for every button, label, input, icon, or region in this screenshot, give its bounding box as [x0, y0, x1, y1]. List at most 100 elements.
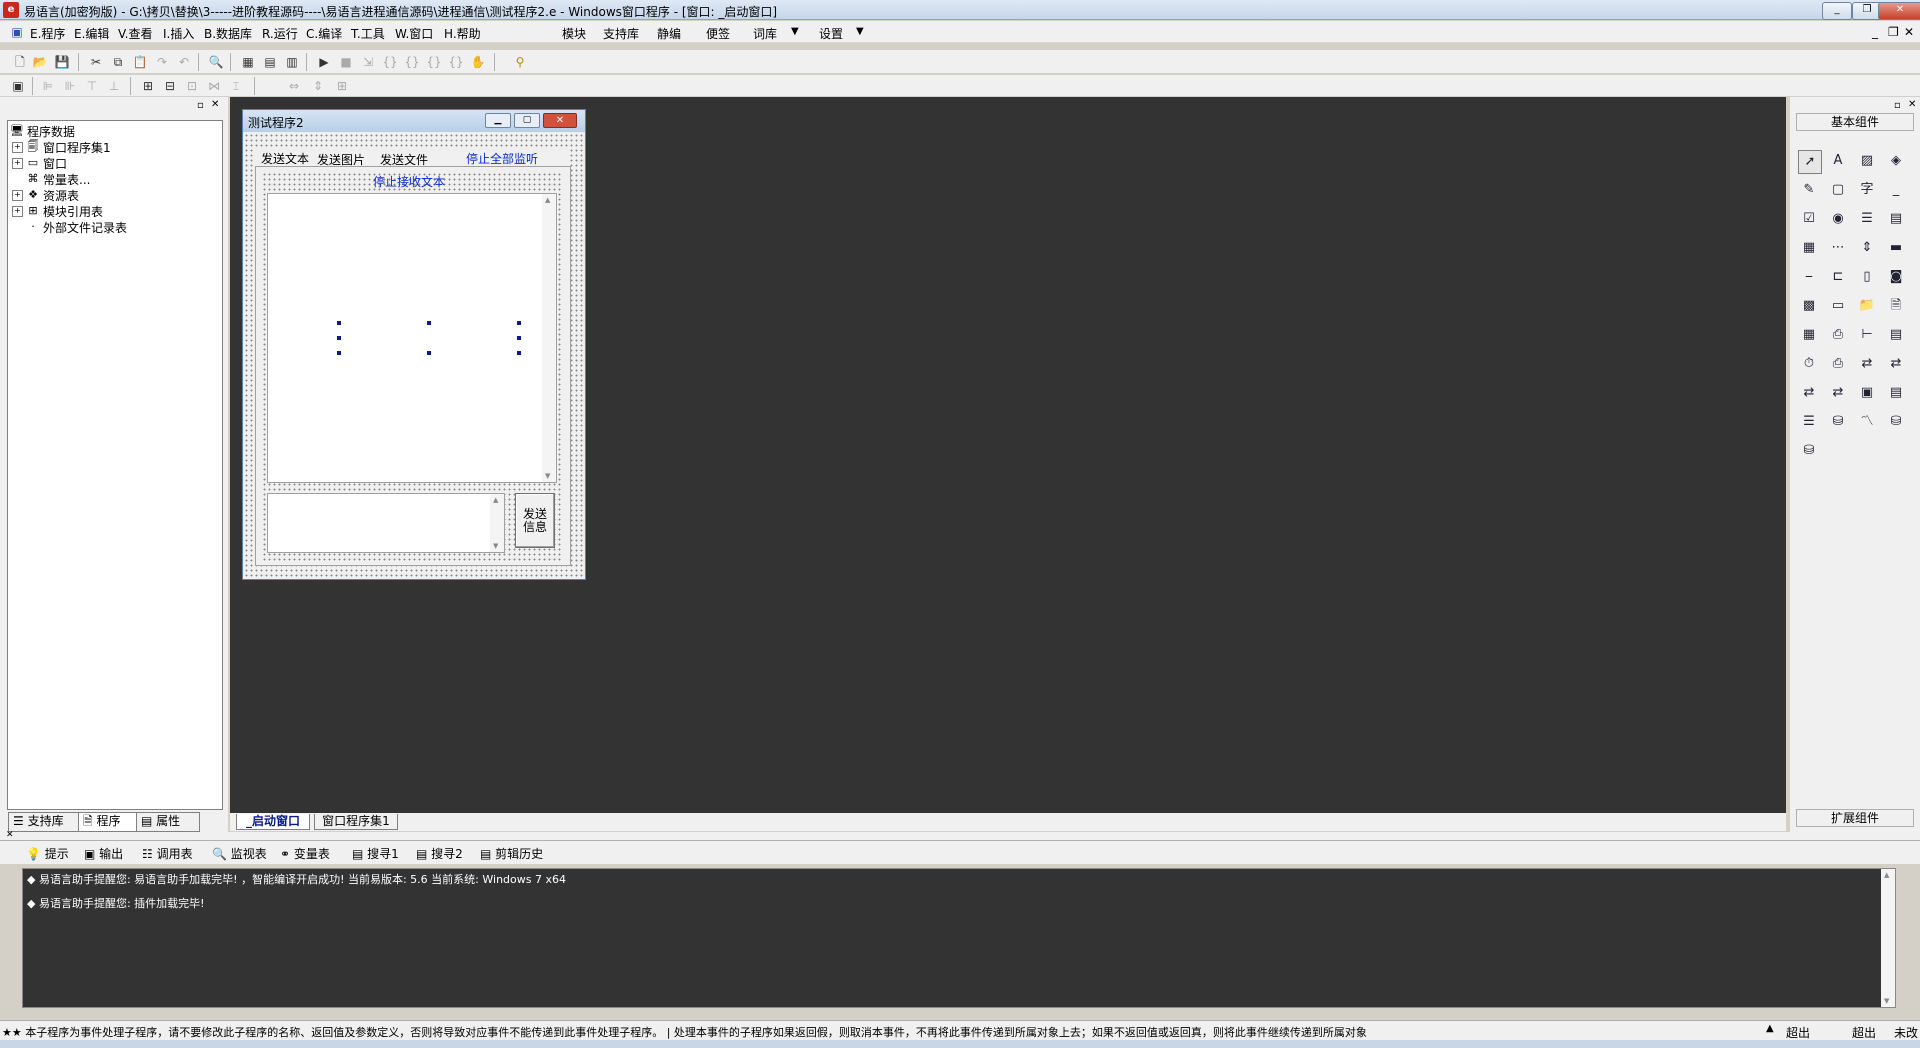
center-h-icon[interactable]: ⊞	[140, 78, 156, 94]
run-to-icon[interactable]: {}	[448, 54, 464, 70]
hand-icon[interactable]: ✋	[470, 54, 486, 70]
align-right-icon[interactable]: ⊪	[62, 78, 78, 94]
output-scrollbar[interactable]: ▲ ▼	[1881, 869, 1895, 1007]
tab-call-table[interactable]: ☷ 调用表	[142, 845, 193, 862]
db3-icon[interactable]: ⇄	[1798, 382, 1820, 404]
same-size-icon[interactable]: ⊞	[334, 78, 350, 94]
find-icon[interactable]: 🔍	[208, 54, 224, 70]
calendar-icon[interactable]: ▩	[1798, 295, 1820, 317]
step-into-icon[interactable]: {}	[382, 54, 398, 70]
cut-icon[interactable]: ✂	[88, 54, 104, 70]
folder-icon[interactable]: 📁	[1856, 295, 1878, 317]
step-out-icon[interactable]: {}	[426, 54, 442, 70]
receive-textbox[interactable]: ▲ ▼	[267, 193, 557, 483]
pin-icon[interactable]: ▫	[197, 100, 204, 111]
mdi-restore-icon[interactable]: ❐	[1888, 25, 1899, 39]
dictionary-dropdown-icon[interactable]: ▼	[791, 26, 799, 37]
bar-icon[interactable]: ▬	[1885, 237, 1907, 259]
menu-dictionary[interactable]: 词库	[753, 25, 777, 42]
panel-close-icon[interactable]: ✕	[1908, 99, 1916, 110]
menu-support-lib[interactable]: 支持库	[603, 25, 639, 42]
align-bottom-icon[interactable]: ⊥	[106, 78, 122, 94]
form-title-bar[interactable]: 测试程序2 ▁ ▢ ✕	[243, 110, 585, 132]
align-top-icon[interactable]: ⊤	[84, 78, 100, 94]
same-height-icon[interactable]: ⇕	[310, 78, 326, 94]
scroll-down-icon[interactable]: ▼	[493, 542, 498, 550]
close-button[interactable]: ✕	[1878, 2, 1920, 20]
form-maximize-icon[interactable]: ▢	[514, 113, 540, 128]
tab-window-assembly[interactable]: 窗口程序集1	[314, 814, 398, 830]
expand-icon[interactable]: +	[12, 141, 23, 153]
mdi-close-icon[interactable]: ✕	[1904, 25, 1914, 39]
same-width-icon[interactable]: ⇔	[286, 78, 302, 94]
stop-icon[interactable]: ■	[338, 54, 354, 70]
scroll-up-icon[interactable]: ▲	[493, 496, 498, 504]
pointer-icon[interactable]: ➚	[1798, 150, 1822, 174]
db1-icon[interactable]: ⇄	[1856, 353, 1878, 375]
odbc2-icon[interactable]: ⛁	[1798, 440, 1820, 462]
grid-icon[interactable]: ▦	[1798, 324, 1820, 346]
align-left-icon[interactable]: ⊫	[40, 78, 56, 94]
table-icon[interactable]: ▦	[1798, 237, 1820, 259]
handle-tr[interactable]	[517, 321, 521, 325]
tab-output[interactable]: ▣ 输出	[84, 845, 123, 862]
output-area[interactable]: ◆ 易语言助手提醒您: 易语言助手加载完毕! ，智能编译开启成功! 当前易版本:…	[22, 868, 1896, 1008]
checkbox-icon[interactable]: ☑	[1798, 208, 1820, 230]
stop-receive-label[interactable]: 停止接收文本	[373, 173, 445, 190]
menu-insert[interactable]: I.插入	[163, 25, 194, 42]
splitter[interactable]: ✕	[0, 830, 1920, 840]
shape-icon[interactable]: ◈	[1885, 150, 1907, 172]
tab-watch-table[interactable]: 🔍 监视表	[212, 845, 267, 862]
menu-database[interactable]: B.数据库	[204, 25, 252, 42]
listview-icon[interactable]: ▤	[1885, 324, 1907, 346]
save-icon[interactable]: 💾	[54, 54, 70, 70]
space-v-icon[interactable]: ⋈	[206, 78, 222, 94]
layout2-icon[interactable]: ▤	[262, 54, 278, 70]
scroll-icon[interactable]: ⇕	[1856, 237, 1878, 259]
undo-icon[interactable]: ↶	[176, 54, 192, 70]
basic-components-header[interactable]: 基本组件	[1796, 113, 1914, 131]
db8-icon[interactable]: ⛁	[1827, 411, 1849, 433]
scroll-up-icon[interactable]: ▲	[545, 196, 550, 204]
tab-clipboard-history[interactable]: ▤ 剪辑历史	[480, 845, 543, 862]
tree-item[interactable]: ⌘ 常量表...	[26, 171, 91, 187]
menu-note[interactable]: 便签	[706, 25, 730, 42]
paste-icon[interactable]: 📋	[132, 54, 148, 70]
tab-search1[interactable]: ▤ 搜寻1	[352, 845, 399, 862]
menu-tools[interactable]: T.工具	[351, 25, 385, 42]
menu-run[interactable]: R.运行	[262, 25, 298, 42]
vbox-icon[interactable]: ▯	[1856, 266, 1878, 288]
step-icon[interactable]: ⇲	[360, 54, 376, 70]
expand-icon[interactable]: +	[12, 157, 23, 169]
send-textbox[interactable]: ▲ ▼	[267, 493, 505, 553]
tree-item[interactable]: · 外部文件记录表	[26, 219, 127, 235]
handle-mr[interactable]	[517, 336, 521, 340]
db6-icon[interactable]: ▤	[1885, 382, 1907, 404]
menu-window[interactable]: W.窗口	[395, 25, 433, 42]
tab-hint[interactable]: 💡 提示	[26, 845, 69, 862]
step-over-icon[interactable]: {}	[404, 54, 420, 70]
odbc-icon[interactable]: ⛁	[1885, 411, 1907, 433]
tree-item[interactable]: + 🗐 窗口程序集1	[12, 139, 111, 155]
label-icon[interactable]: A	[1827, 150, 1849, 172]
menu-compile[interactable]: C.编译	[306, 25, 342, 42]
drive-icon[interactable]: ▭	[1827, 295, 1849, 317]
settings-dropdown-icon[interactable]: ▼	[856, 26, 864, 37]
hline-icon[interactable]: ⎯	[1798, 266, 1820, 288]
db2-icon[interactable]: ⇄	[1885, 353, 1907, 375]
layout1-icon[interactable]: ▦	[240, 54, 256, 70]
handle-bl[interactable]	[337, 351, 341, 355]
tab-startup-window[interactable]: _启动窗口	[236, 814, 310, 830]
scroll-up-icon[interactable]: ▲	[1884, 871, 1889, 879]
timer-icon[interactable]: ⏱	[1798, 353, 1820, 375]
redo-icon[interactable]: ↷	[154, 54, 170, 70]
run-icon[interactable]: ▶	[316, 54, 332, 70]
menu-settings[interactable]: 设置	[819, 25, 843, 42]
menu-view[interactable]: V.查看	[118, 25, 152, 42]
print-icon[interactable]: ⎙	[1827, 353, 1849, 375]
extended-components-footer[interactable]: 扩展组件	[1796, 809, 1914, 827]
tree-item[interactable]: + ▭ 窗口	[12, 155, 67, 171]
printer-icon[interactable]: ⎙	[1827, 324, 1849, 346]
menu-program[interactable]: E.程序	[30, 25, 65, 42]
output-close-icon[interactable]: ✕	[6, 830, 14, 840]
